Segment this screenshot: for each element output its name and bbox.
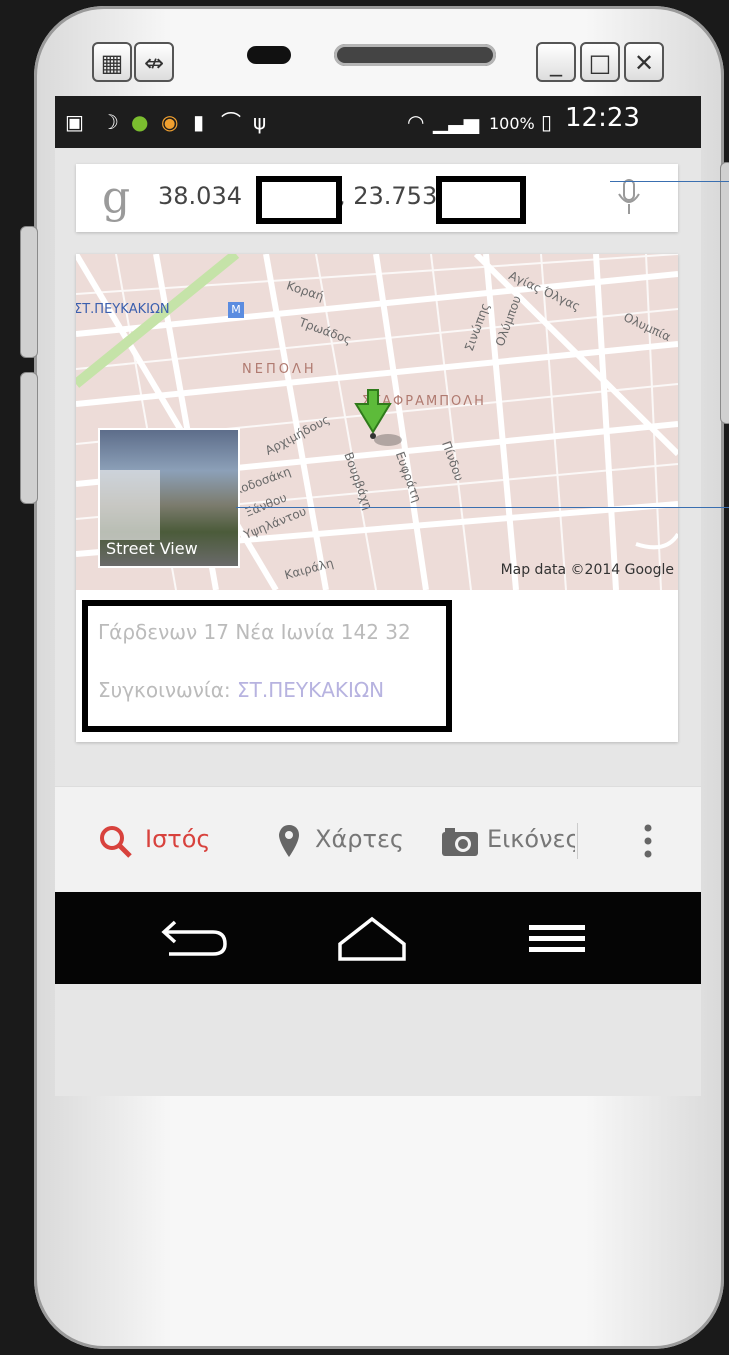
redaction-box bbox=[436, 176, 526, 224]
annotation-line bbox=[236, 507, 729, 508]
metro-station-label: ΣΤ.ΠΕΥΚΑΚΙΩΝ bbox=[76, 302, 170, 317]
tab-maps[interactable]: Χάρτες bbox=[315, 825, 404, 853]
street-view-thumbnail[interactable]: Street View bbox=[98, 428, 240, 568]
query-lat: 38.034 bbox=[158, 182, 242, 210]
back-icon[interactable] bbox=[159, 920, 229, 960]
rotate-icon[interactable]: ⇎ bbox=[134, 42, 174, 82]
metro-icon: M bbox=[228, 302, 244, 318]
signal-icon: ▁▃▅ bbox=[433, 110, 480, 134]
map-view[interactable]: ΣΤ.ΠΕΥΚΑΚΙΩΝ M ΝΕΠΟΛΗ ΣΤΑΦΡΑΜΠΟΛΗ Κοραή … bbox=[76, 254, 678, 590]
app-icon: ◉ bbox=[161, 110, 179, 134]
front-camera bbox=[247, 46, 291, 64]
search-icon[interactable] bbox=[99, 825, 133, 859]
screen-icon: ▣ bbox=[65, 110, 84, 134]
building-image bbox=[100, 470, 160, 540]
map-marker-icon[interactable] bbox=[277, 823, 301, 859]
wifi-icon: ◠ bbox=[407, 110, 425, 134]
usb-icon: ψ bbox=[253, 110, 267, 134]
minimize-button[interactable]: _ bbox=[536, 42, 576, 82]
search-tabs-bar: Ιστός Χάρτες Εικόνες bbox=[55, 786, 701, 893]
search-bar[interactable]: g 38.034 , 23.753 bbox=[76, 164, 678, 232]
redaction-box bbox=[82, 600, 452, 732]
camera-icon[interactable] bbox=[441, 827, 479, 857]
street-view-label: Street View bbox=[106, 539, 198, 558]
close-button[interactable]: ✕ bbox=[624, 42, 664, 82]
google-icon: g bbox=[102, 172, 131, 223]
tab-divider bbox=[577, 823, 578, 859]
neighborhood-label: ΝΕΠΟΛΗ bbox=[242, 362, 317, 377]
device-screen: ▣ ☽ ● ◉ ▮ ⌒ ψ ◠ ▁▃▅ 100% ▯ 12:23 g 38.03… bbox=[55, 96, 701, 1096]
leaf-icon: ⌒ bbox=[221, 110, 241, 134]
tile-icon[interactable]: ▦ bbox=[92, 42, 132, 82]
battery-saver-icon: ▮ bbox=[193, 110, 205, 134]
location-pin-icon[interactable] bbox=[354, 388, 404, 452]
tab-web[interactable]: Ιστός bbox=[145, 825, 211, 853]
microphone-icon[interactable] bbox=[616, 178, 642, 218]
overflow-menu-icon[interactable] bbox=[643, 823, 653, 859]
redaction-box bbox=[256, 176, 342, 224]
tab-images[interactable]: Εικόνες bbox=[487, 825, 575, 853]
volume-down-button[interactable] bbox=[20, 372, 38, 504]
android-icon: ● bbox=[131, 110, 149, 134]
status-bar: ▣ ☽ ● ◉ ▮ ⌒ ψ ◠ ▁▃▅ 100% ▯ 12:23 bbox=[55, 96, 701, 148]
query-lon: , 23.753 bbox=[337, 182, 438, 210]
volume-up-button[interactable] bbox=[20, 226, 38, 358]
maximize-button[interactable]: □ bbox=[580, 42, 620, 82]
map-attribution: Map data ©2014 Google bbox=[500, 562, 674, 578]
result-card: ΣΤ.ΠΕΥΚΑΚΙΩΝ M ΝΕΠΟΛΗ ΣΤΑΦΡΑΜΠΟΛΗ Κοραή … bbox=[76, 254, 678, 742]
home-icon[interactable] bbox=[337, 916, 407, 962]
battery-percent: 100% bbox=[489, 114, 535, 133]
annotation-line bbox=[610, 181, 729, 182]
speaker-grille bbox=[334, 44, 496, 66]
clock: 12:23 bbox=[565, 103, 640, 133]
moon-icon: ☽ bbox=[101, 110, 119, 134]
menu-icon[interactable] bbox=[527, 922, 587, 956]
navigation-bar bbox=[55, 892, 701, 984]
battery-icon: ▯ bbox=[541, 110, 553, 134]
power-button[interactable] bbox=[720, 162, 729, 424]
